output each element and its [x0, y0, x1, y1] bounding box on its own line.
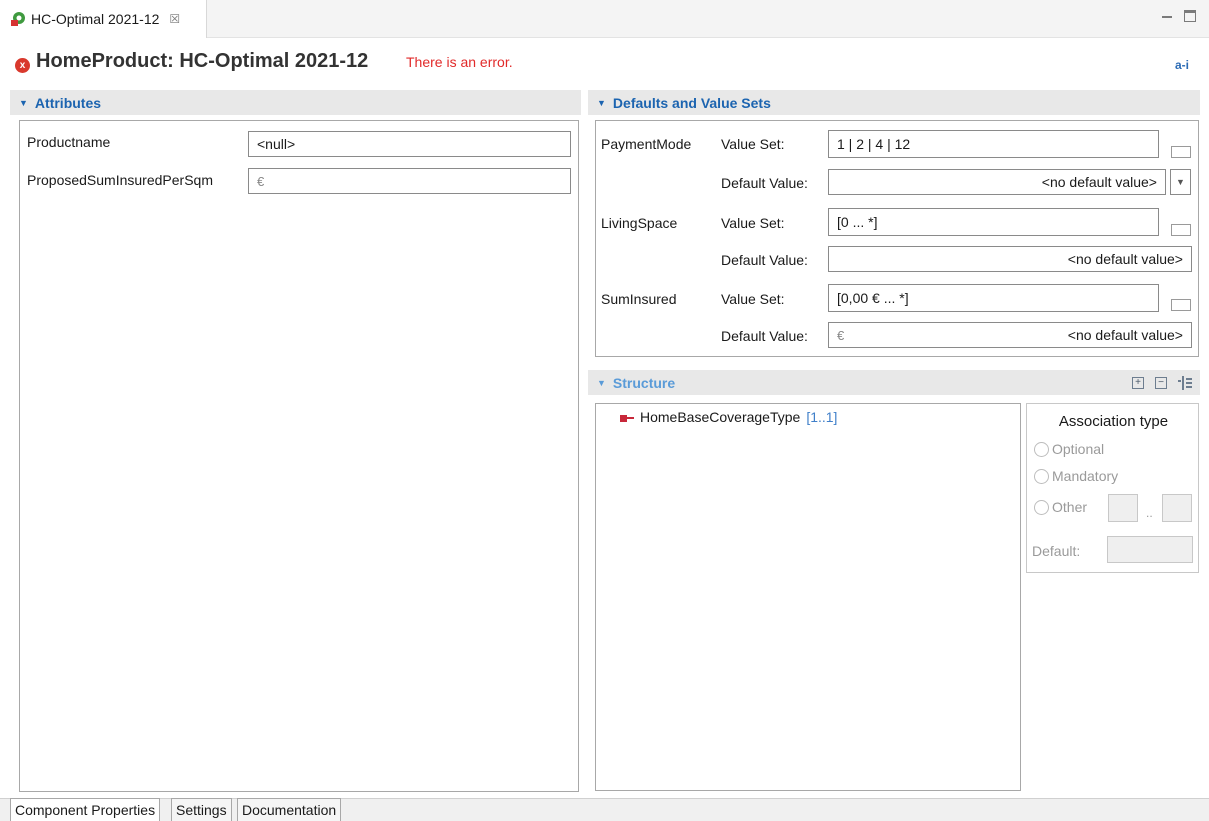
- error-icon: x: [15, 58, 30, 73]
- value-set-label: Value Set:: [721, 215, 785, 231]
- default-cardinality-label: Default:: [1032, 543, 1081, 559]
- association-type-group: Association type Optional Mandatory Othe…: [1026, 403, 1199, 573]
- tab-component-properties[interactable]: Component Properties: [10, 798, 161, 821]
- proposed-sum-field[interactable]: €: [248, 168, 571, 194]
- default-value-label: Default Value:: [721, 328, 808, 344]
- livingspace-value-set: [0 ... *]: [837, 214, 878, 230]
- association-icon: [620, 412, 634, 423]
- paymentmode-value-set-field[interactable]: 1 | 2 | 4 | 12: [828, 130, 1159, 158]
- collapse-arrow-icon[interactable]: ▼: [597, 98, 606, 108]
- livingspace-value-set-checkbox[interactable]: [1171, 224, 1191, 236]
- tab-settings[interactable]: Settings: [171, 798, 232, 821]
- defaults-section-title: Defaults and Value Sets: [612, 94, 771, 111]
- productname-value: <null>: [257, 136, 296, 152]
- radio-mandatory-label: Mandatory: [1052, 468, 1119, 484]
- default-cardinality-field[interactable]: [1107, 536, 1193, 563]
- minimize-icon[interactable]: [1160, 10, 1174, 24]
- livingspace-default-field[interactable]: <no default value>: [828, 246, 1192, 272]
- close-tab-icon[interactable]: ☒: [169, 12, 180, 26]
- tree-item-cardinality: [1..1]: [806, 409, 838, 425]
- editor-tab-label: HC-Optimal 2021-12: [31, 11, 160, 27]
- livingspace-value-set-field[interactable]: [0 ... *]: [828, 208, 1159, 236]
- expand-all-icon[interactable]: +: [1132, 377, 1144, 389]
- info-toggle-icon[interactable]: a-i: [1175, 58, 1189, 72]
- min-cardinality-field[interactable]: [1108, 494, 1138, 522]
- livingspace-default-value: <no default value>: [1067, 251, 1183, 267]
- toggle-view-icon[interactable]: [1177, 375, 1193, 391]
- default-value-label: Default Value:: [721, 175, 808, 191]
- association-type-title: Association type: [1058, 413, 1169, 430]
- paymentmode-dropdown-button[interactable]: ▼: [1170, 169, 1191, 195]
- range-separator: ..: [1146, 506, 1153, 520]
- structure-section-header[interactable]: ▼ Structure: [588, 370, 1200, 395]
- max-cardinality-field[interactable]: [1162, 494, 1192, 522]
- page-title: HomeProduct: HC-Optimal 2021-12: [36, 50, 369, 72]
- defaults-section-header[interactable]: ▼ Defaults and Value Sets: [588, 90, 1200, 115]
- defaults-row-name-paymentmode: PaymentMode: [601, 136, 692, 152]
- tree-item-homebasecoveragetype[interactable]: HomeBaseCoverageType [1..1]: [620, 409, 837, 425]
- paymentmode-default-value: <no default value>: [1041, 174, 1157, 190]
- product-icon: [11, 12, 25, 26]
- suminsured-value-set-field[interactable]: [0,00 € ... *]: [828, 284, 1159, 312]
- attribute-label-productname: Productname: [27, 134, 111, 150]
- productname-field[interactable]: <null>: [248, 131, 571, 157]
- suminsured-default-value: <no default value>: [1067, 327, 1183, 343]
- structure-section-title: Structure: [612, 374, 676, 391]
- attributes-panel: [19, 120, 579, 792]
- radio-optional-label: Optional: [1052, 441, 1105, 457]
- tree-item-name: HomeBaseCoverageType: [640, 409, 801, 425]
- maximize-icon[interactable]: [1184, 10, 1196, 22]
- defaults-row-name-suminsured: SumInsured: [601, 291, 677, 307]
- collapse-all-icon[interactable]: −: [1155, 377, 1167, 389]
- attributes-section-header[interactable]: ▼ Attributes: [10, 90, 581, 115]
- chevron-down-icon: ▼: [1176, 177, 1185, 187]
- paymentmode-value-set: 1 | 2 | 4 | 12: [837, 136, 911, 152]
- currency-symbol: €: [837, 327, 845, 343]
- attributes-section-title: Attributes: [34, 94, 102, 111]
- default-value-label: Default Value:: [721, 252, 808, 268]
- error-message: There is an error.: [406, 54, 513, 70]
- paymentmode-default-field[interactable]: <no default value>: [828, 169, 1166, 195]
- radio-other-label: Other: [1052, 499, 1088, 515]
- suminsured-value-set-checkbox[interactable]: [1171, 299, 1191, 311]
- tab-documentation[interactable]: Documentation: [237, 798, 342, 821]
- value-set-label: Value Set:: [721, 291, 785, 307]
- collapse-arrow-icon[interactable]: ▼: [597, 378, 606, 388]
- editor-tab[interactable]: HC-Optimal 2021-12 ☒: [0, 0, 207, 38]
- suminsured-value-set: [0,00 € ... *]: [837, 290, 909, 306]
- structure-tree: [595, 403, 1021, 791]
- paymentmode-value-set-checkbox[interactable]: [1171, 146, 1191, 158]
- radio-mandatory[interactable]: [1034, 469, 1049, 484]
- collapse-arrow-icon[interactable]: ▼: [19, 98, 28, 108]
- attribute-label-proposed-sum: ProposedSumInsuredPerSqm: [27, 172, 213, 188]
- suminsured-default-field[interactable]: € <no default value>: [828, 322, 1192, 348]
- radio-optional[interactable]: [1034, 442, 1049, 457]
- defaults-row-name-livingspace: LivingSpace: [601, 215, 678, 231]
- currency-symbol: €: [257, 173, 265, 189]
- radio-other[interactable]: [1034, 500, 1049, 515]
- value-set-label: Value Set:: [721, 136, 785, 152]
